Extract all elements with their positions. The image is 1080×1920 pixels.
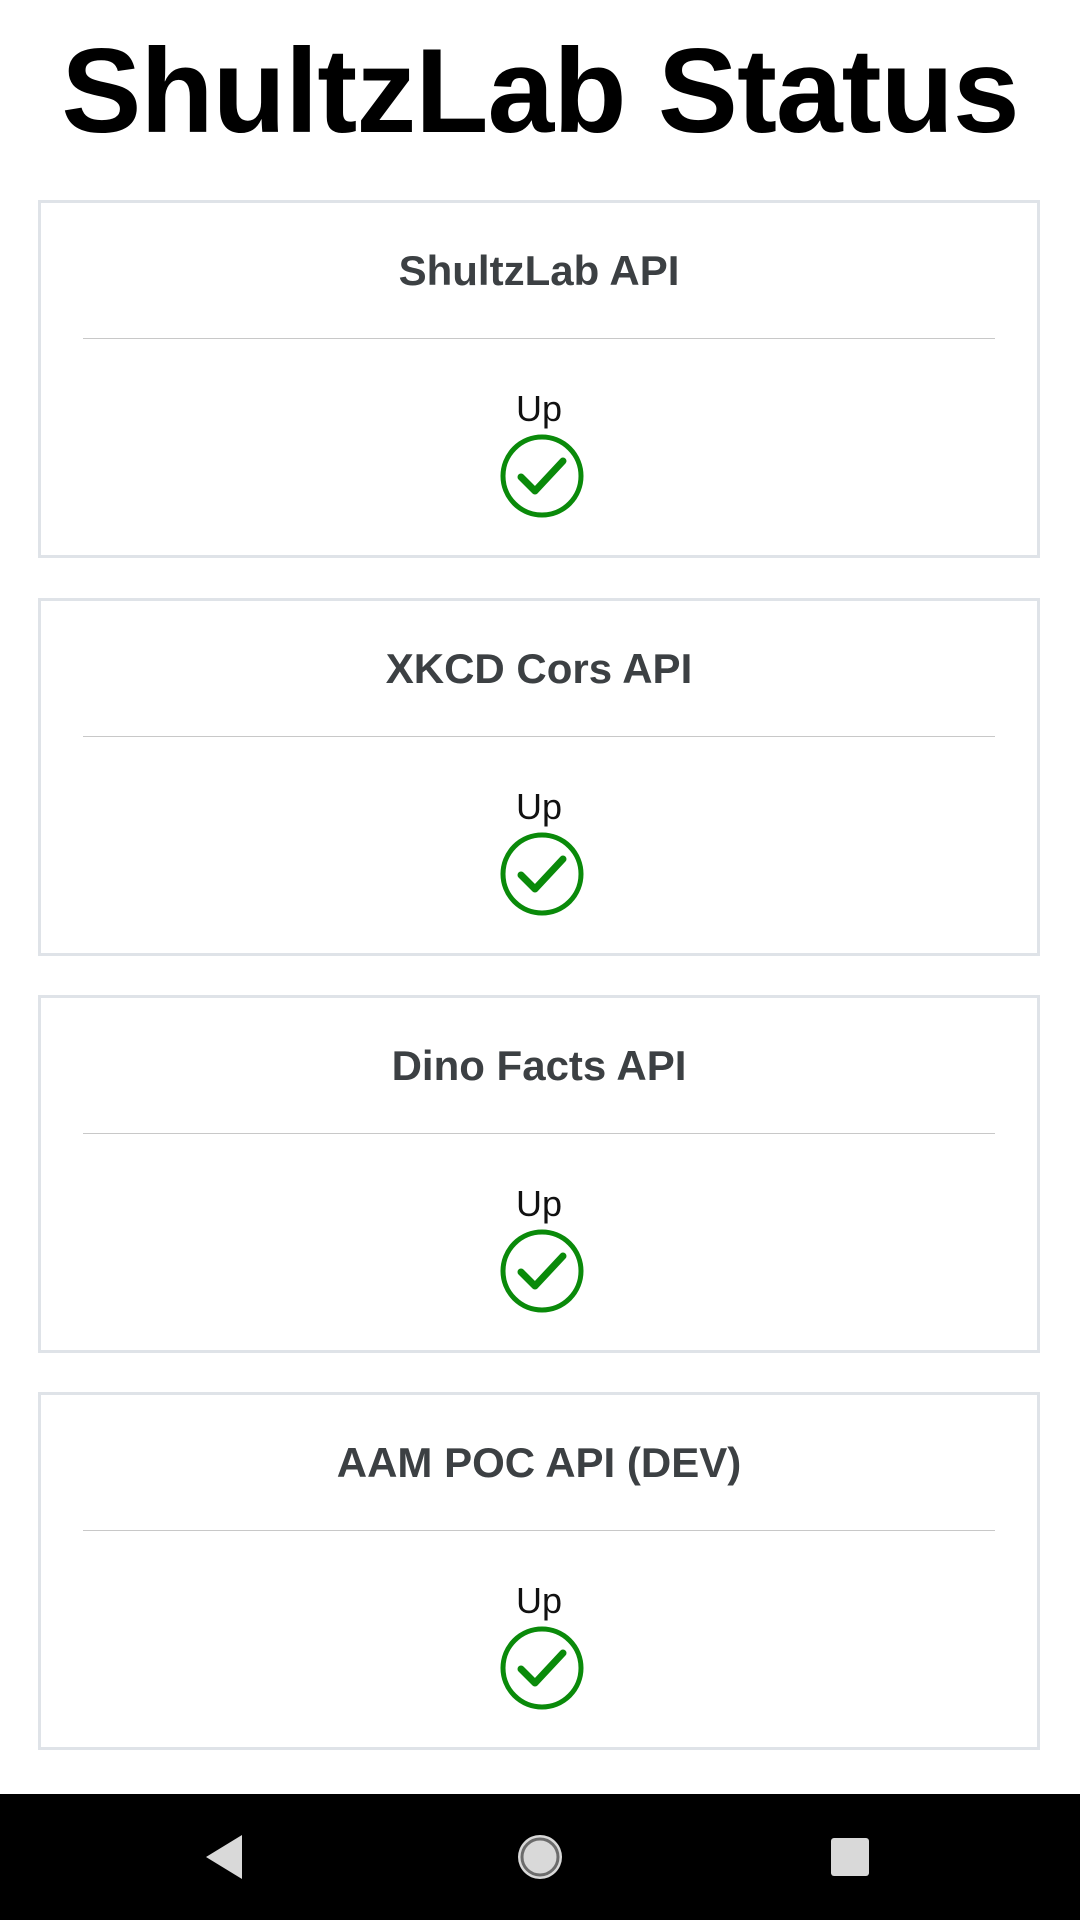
check-circle-icon (500, 1626, 584, 1710)
system-navigation-bar (0, 1794, 1080, 1920)
service-name: AAM POC API (DEV) (336, 1439, 742, 1486)
check-circle-icon (500, 832, 584, 916)
service-name: ShultzLab API (398, 247, 680, 294)
back-icon[interactable] (192, 1824, 258, 1890)
status-page: ShultzLab Status ShultzLab API Up XKCD C… (0, 0, 1080, 1920)
card-divider (83, 736, 995, 737)
card-divider (83, 1133, 995, 1134)
service-card-dino-facts-api: Dino Facts API Up (38, 995, 1040, 1353)
service-card-shultzlab-api: ShultzLab API Up (38, 200, 1040, 558)
home-icon[interactable] (507, 1824, 573, 1890)
page-title: ShultzLab Status (61, 24, 1019, 158)
status-text: Up (515, 388, 563, 429)
status-text: Up (515, 1183, 563, 1224)
recents-icon[interactable] (817, 1824, 883, 1890)
service-card-xkcd-cors-api: XKCD Cors API Up (38, 598, 1040, 956)
card-divider (83, 1530, 995, 1531)
check-circle-icon (500, 434, 584, 518)
status-text: Up (515, 1580, 563, 1621)
card-divider (83, 338, 995, 339)
service-name: XKCD Cors API (385, 645, 693, 692)
check-circle-icon (500, 1229, 584, 1313)
status-text: Up (515, 786, 563, 827)
service-card-aam-poc-api-dev: AAM POC API (DEV) Up (38, 1392, 1040, 1750)
service-name: Dino Facts API (391, 1042, 687, 1089)
